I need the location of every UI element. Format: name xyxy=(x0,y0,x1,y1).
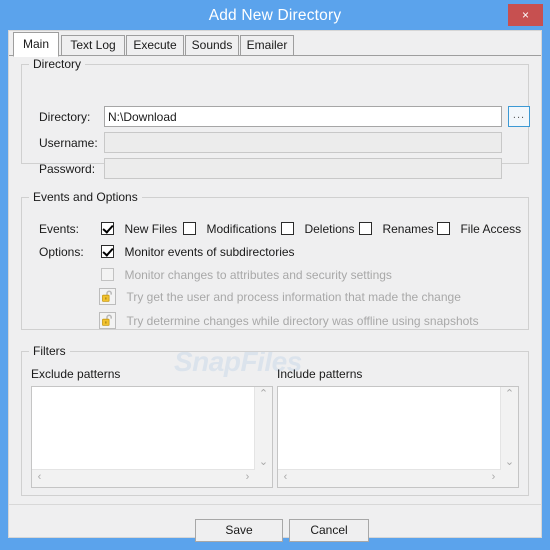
dialog-window: Add New Directory × Main Text Log Execut… xyxy=(0,0,550,550)
tab-sounds[interactable]: Sounds xyxy=(185,35,239,56)
events-row-label: Events: xyxy=(39,222,80,236)
tab-strip: Main Text Log Execute Sounds Emailer xyxy=(9,31,541,57)
events-options-group: Events and Options xyxy=(21,190,529,330)
password-field-label: Password: xyxy=(39,162,96,176)
scroll-right-icon[interactable]: › xyxy=(487,471,500,484)
directory-input[interactable] xyxy=(104,106,502,127)
checkbox-new-files[interactable]: New Files xyxy=(101,220,177,236)
tab-emailer[interactable]: Emailer xyxy=(240,35,294,56)
tab-page-main: Directory Directory: ... Username: Passw… xyxy=(9,56,541,542)
tab-text-log[interactable]: Text Log xyxy=(61,35,125,56)
directory-field-label: Directory: xyxy=(39,110,91,124)
save-button[interactable]: Save xyxy=(195,519,283,542)
scroll-right-icon[interactable]: › xyxy=(241,471,254,484)
locked-option-offline-snapshots-label: Try determine changes while directory wa… xyxy=(126,313,479,328)
checkbox-deletions[interactable]: Deletions xyxy=(281,220,354,236)
checkbox-file-access[interactable]: File Access xyxy=(437,220,521,236)
options-row-label: Options: xyxy=(39,245,84,259)
footer-separator xyxy=(9,504,541,505)
tab-main[interactable]: Main xyxy=(13,32,59,57)
checkbox-new-files-box[interactable] xyxy=(101,222,114,236)
cancel-button[interactable]: Cancel xyxy=(289,519,369,542)
directory-group-label: Directory xyxy=(29,57,86,71)
include-horizontal-scrollbar[interactable]: ‹ › xyxy=(278,469,501,487)
include-patterns-box[interactable]: ⌃ ⌄ ‹ › xyxy=(277,386,519,488)
scroll-up-icon[interactable]: ⌃ xyxy=(501,388,518,401)
username-field-label: Username: xyxy=(39,136,98,150)
checkbox-renames[interactable]: Renames xyxy=(359,220,434,236)
include-scroll-corner xyxy=(501,470,518,487)
unlocked-padlock-icon[interactable] xyxy=(99,312,116,330)
username-input[interactable] xyxy=(104,132,502,153)
close-button[interactable]: × xyxy=(508,4,543,26)
unlocked-padlock-icon[interactable] xyxy=(99,288,116,306)
scroll-up-icon[interactable]: ⌃ xyxy=(255,388,272,401)
include-vertical-scrollbar[interactable]: ⌃ ⌄ xyxy=(500,387,518,470)
filters-group-label: Filters xyxy=(29,344,70,358)
locked-option-user-process-info[interactable]: Try get the user and process information… xyxy=(99,288,461,306)
scroll-left-icon[interactable]: ‹ xyxy=(279,471,292,484)
checkbox-deletions-box[interactable] xyxy=(281,222,294,236)
checkbox-monitor-attributes[interactable]: Monitor changes to attributes and securi… xyxy=(101,266,392,282)
dialog-client-area: Main Text Log Execute Sounds Emailer Dir… xyxy=(8,30,542,542)
checkbox-new-files-label: New Files xyxy=(124,221,178,236)
checkbox-renames-box[interactable] xyxy=(359,222,372,236)
locked-option-offline-snapshots[interactable]: Try determine changes while directory wa… xyxy=(99,312,479,330)
exclude-patterns-box[interactable]: ⌃ ⌄ ‹ › xyxy=(31,386,273,488)
include-patterns-label: Include patterns xyxy=(277,367,363,381)
checkbox-monitor-subdirectories[interactable]: Monitor events of subdirectories xyxy=(101,243,295,259)
events-options-group-label: Events and Options xyxy=(29,190,142,204)
exclude-vertical-scrollbar[interactable]: ⌃ ⌄ xyxy=(254,387,272,470)
checkbox-renames-label: Renames xyxy=(382,221,434,236)
scroll-down-icon[interactable]: ⌄ xyxy=(255,456,272,469)
window-title: Add New Directory xyxy=(208,7,342,24)
checkbox-monitor-attributes-box[interactable] xyxy=(101,268,114,282)
checkbox-monitor-subdirectories-box[interactable] xyxy=(101,245,114,259)
checkbox-monitor-subdirectories-label: Monitor events of subdirectories xyxy=(124,244,295,259)
exclude-patterns-textarea[interactable] xyxy=(32,387,255,470)
exclude-horizontal-scrollbar[interactable]: ‹ › xyxy=(32,469,255,487)
checkbox-modifications-label: Modifications xyxy=(206,221,277,236)
scroll-left-icon[interactable]: ‹ xyxy=(33,471,46,484)
checkbox-modifications-box[interactable] xyxy=(183,222,196,236)
checkbox-file-access-label: File Access xyxy=(460,221,522,236)
checkbox-monitor-attributes-label: Monitor changes to attributes and securi… xyxy=(124,267,392,282)
tab-execute[interactable]: Execute xyxy=(126,35,184,56)
exclude-scroll-corner xyxy=(255,470,272,487)
browse-button[interactable]: ... xyxy=(508,106,530,127)
checkbox-deletions-label: Deletions xyxy=(304,221,355,236)
checkbox-modifications[interactable]: Modifications xyxy=(183,220,276,236)
include-patterns-textarea[interactable] xyxy=(278,387,501,470)
locked-option-user-process-info-label: Try get the user and process information… xyxy=(126,289,461,304)
title-bar: Add New Directory × xyxy=(0,0,550,32)
checkbox-file-access-box[interactable] xyxy=(437,222,450,236)
exclude-patterns-label: Exclude patterns xyxy=(31,367,121,381)
scroll-down-icon[interactable]: ⌄ xyxy=(501,456,518,469)
password-input[interactable] xyxy=(104,158,502,179)
